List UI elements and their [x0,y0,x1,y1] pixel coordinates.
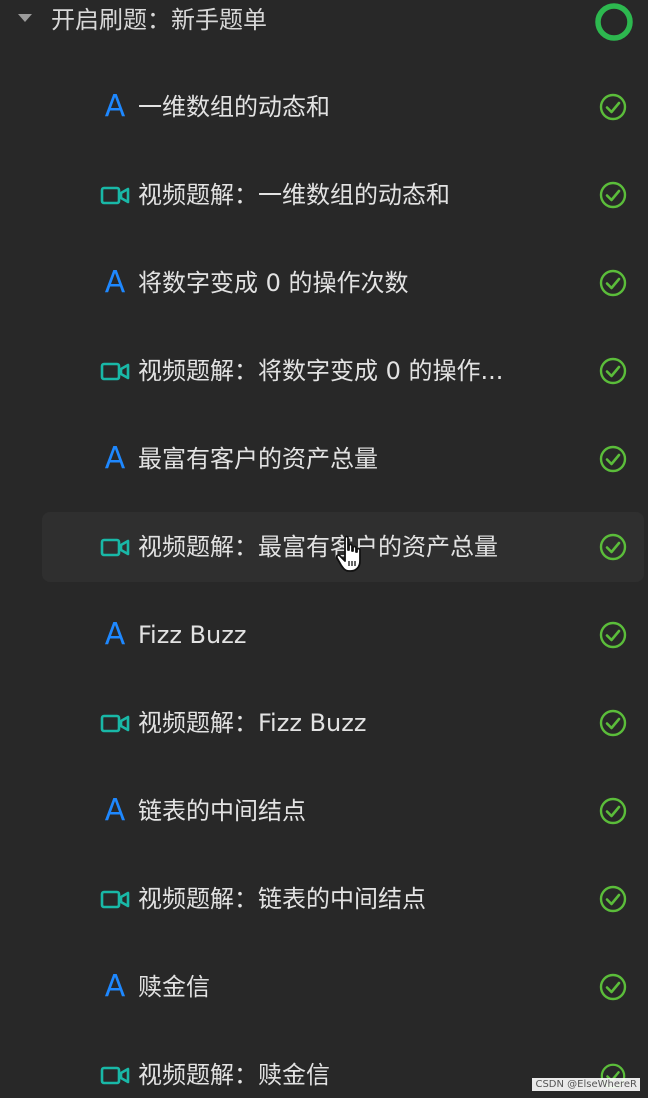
problem-list-panel: 开启刷题：新手题单 A 一维数组的动态和 视频题解：一维数组的动态和 A 将数字… [0,0,648,1098]
check-circle-icon [599,709,627,737]
list-item[interactable]: 视频题解：链表的中间结点 [42,864,644,934]
item-label: 最富有客户的资产总量 [138,445,378,473]
list-item[interactable]: A 将数字变成 0 的操作次数 [42,248,644,318]
check-circle-icon [599,93,627,121]
check-circle-icon [599,621,627,649]
list-item[interactable]: A 一维数组的动态和 [42,72,644,142]
list-item[interactable]: 视频题解：将数字变成 0 的操作... [42,336,644,406]
check-circle-icon [599,533,627,561]
list-item-hovered[interactable]: 视频题解：最富有客户的资产总量 [42,512,644,582]
check-circle-icon [599,181,627,209]
list-item[interactable]: A 赎金信 [42,952,644,1022]
item-label: Fizz Buzz [138,621,247,649]
item-label: 一维数组的动态和 [138,93,330,121]
problem-items: A 一维数组的动态和 视频题解：一维数组的动态和 A 将数字变成 0 的操作次数… [0,0,648,1098]
video-camera-icon [100,1066,130,1085]
item-label: 视频题解：Fizz Buzz [138,709,367,737]
letter-a-icon: A [104,89,126,124]
list-item[interactable]: 视频题解：Fizz Buzz [42,688,644,758]
letter-a-icon: A [104,265,126,300]
video-camera-icon [100,186,130,205]
letter-a-icon: A [104,793,126,828]
list-item[interactable]: 视频题解：一维数组的动态和 [42,160,644,230]
list-item[interactable]: A 最富有客户的资产总量 [42,424,644,494]
check-circle-icon [599,445,627,473]
item-label: 视频题解：链表的中间结点 [138,885,426,913]
list-item[interactable]: A Fizz Buzz [42,600,644,670]
check-circle-icon [599,973,627,1001]
list-item[interactable]: A 链表的中间结点 [42,776,644,846]
video-camera-icon [100,714,130,733]
video-camera-icon [100,362,130,381]
letter-a-icon: A [104,969,126,1004]
video-camera-icon [100,538,130,557]
check-circle-icon [599,885,627,913]
item-label: 视频题解：将数字变成 0 的操作... [138,357,504,385]
item-label: 视频题解：最富有客户的资产总量 [138,533,498,561]
watermark: CSDN @ElseWhereR [532,1078,640,1091]
check-circle-icon [599,357,627,385]
letter-a-icon: A [104,617,126,652]
item-label: 链表的中间结点 [138,797,306,825]
check-circle-icon [599,269,627,297]
item-label: 视频题解：赎金信 [138,1061,330,1089]
item-label: 将数字变成 0 的操作次数 [138,269,409,297]
letter-a-icon: A [104,441,126,476]
video-camera-icon [100,890,130,909]
check-circle-icon [599,797,627,825]
item-label: 赎金信 [138,973,210,1001]
item-label: 视频题解：一维数组的动态和 [138,181,450,209]
